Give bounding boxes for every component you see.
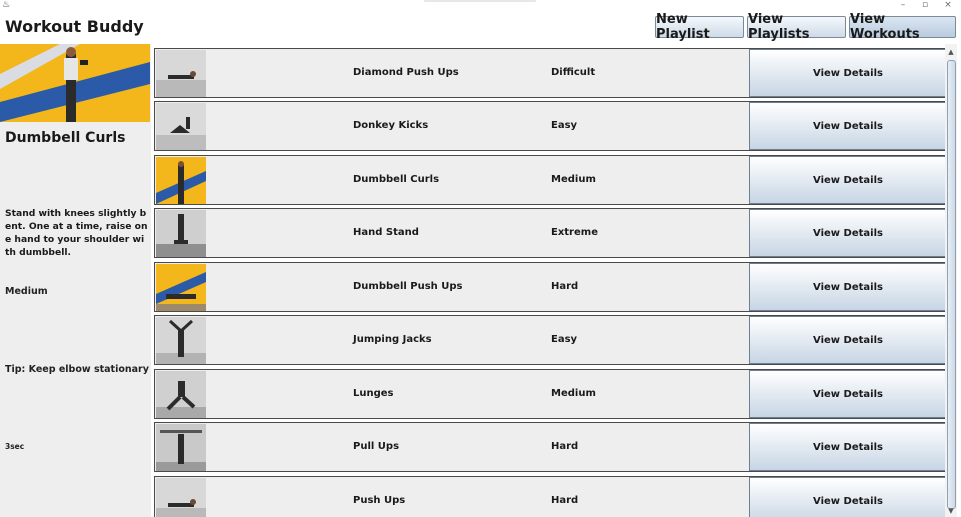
vertical-scrollbar[interactable]: ▲ ▼ [945,44,957,517]
workout-difficulty: Hard [551,281,579,292]
workout-thumbnail [156,210,206,257]
workout-row: Dumbbell Push Ups Hard View Details [154,262,948,312]
app-icon: ♨ [2,0,11,10]
workout-name: Hand Stand [353,227,419,238]
workout-name: Diamond Push Ups [353,67,459,78]
workout-difficulty: Medium [551,174,596,185]
workout-name: Pull Ups [353,441,400,452]
workout-difficulty: Easy [551,120,578,131]
workout-difficulty: Difficult [551,67,596,78]
workout-difficulty: Medium [551,388,596,399]
workout-thumbnail [156,264,206,311]
workout-row: Push Ups Hard View Details [154,476,948,517]
view-details-button[interactable]: View Details [749,263,947,311]
workout-name: Dumbbell Push Ups [353,281,463,292]
scroll-up-icon[interactable]: ▲ [945,47,957,57]
workout-thumbnail [156,317,206,364]
workout-name: Dumbbell Curls [353,174,440,185]
scrollbar-thumb[interactable] [947,60,956,509]
close-icon[interactable]: × [937,0,959,12]
title-strip [424,0,536,2]
workout-hero-image [0,44,150,122]
detail-difficulty: Medium [5,286,48,297]
app-title: Workout Buddy [5,17,144,36]
view-details-button[interactable]: View Details [749,49,947,97]
workout-difficulty: Hard [551,495,579,506]
workout-thumbnail [156,50,206,97]
app-header: Workout Buddy New Playlist View Playlist… [0,12,961,44]
workout-thumbnail [156,371,206,418]
workout-row: Diamond Push Ups Difficult View Details [154,48,948,98]
workout-row: Jumping Jacks Easy View Details [154,315,948,365]
workout-difficulty: Hard [551,441,579,452]
workout-row: Dumbbell Curls Medium View Details [154,155,948,205]
workout-name: Lunges [353,388,394,399]
workout-thumbnail [156,103,206,150]
workout-row: Donkey Kicks Easy View Details [154,101,948,151]
workout-row: Lunges Medium View Details [154,369,948,419]
scroll-down-icon[interactable]: ▼ [945,506,957,516]
detail-description: Stand with knees slightly bent. One at a… [5,208,148,258]
detail-title: Dumbbell Curls [5,130,126,146]
view-details-button[interactable]: View Details [749,156,947,204]
workout-name: Push Ups [353,495,406,506]
view-details-button[interactable]: View Details [749,209,947,257]
new-playlist-button[interactable]: New Playlist [655,12,744,42]
view-details-button[interactable]: View Details [749,423,947,471]
workout-name: Donkey Kicks [353,120,429,131]
workout-row: Pull Ups Hard View Details [154,422,948,472]
maximize-icon[interactable]: ▫ [914,0,936,12]
minimize-icon[interactable]: – [892,0,914,12]
view-details-button[interactable]: View Details [749,102,947,150]
workout-detail-panel: Dumbbell Curls Stand with knees slightly… [0,44,151,517]
view-playlists-button[interactable]: View Playlists [747,12,846,42]
view-details-button[interactable]: View Details [749,316,947,364]
workout-name: Jumping Jacks [353,334,432,345]
detail-tip: Tip: Keep elbow stationary [5,364,149,375]
workout-difficulty: Easy [551,334,578,345]
view-details-button[interactable]: View Details [749,477,947,517]
view-details-button[interactable]: View Details [749,370,947,418]
workout-list[interactable]: Diamond Push Ups Difficult View Details … [151,44,961,517]
workout-thumbnail [156,424,206,471]
workout-difficulty: Extreme [551,227,598,238]
view-workouts-button[interactable]: View Workouts [849,12,956,42]
workout-thumbnail [156,157,206,204]
detail-duration: 3sec [5,442,25,451]
workout-row: Hand Stand Extreme View Details [154,208,948,258]
workout-thumbnail [156,478,206,517]
